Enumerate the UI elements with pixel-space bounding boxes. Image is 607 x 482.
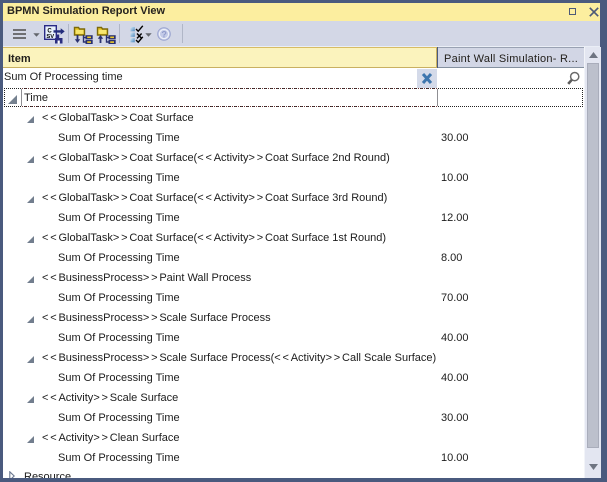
- svg-text:SV: SV: [46, 34, 54, 40]
- svg-text:?: ?: [161, 29, 167, 39]
